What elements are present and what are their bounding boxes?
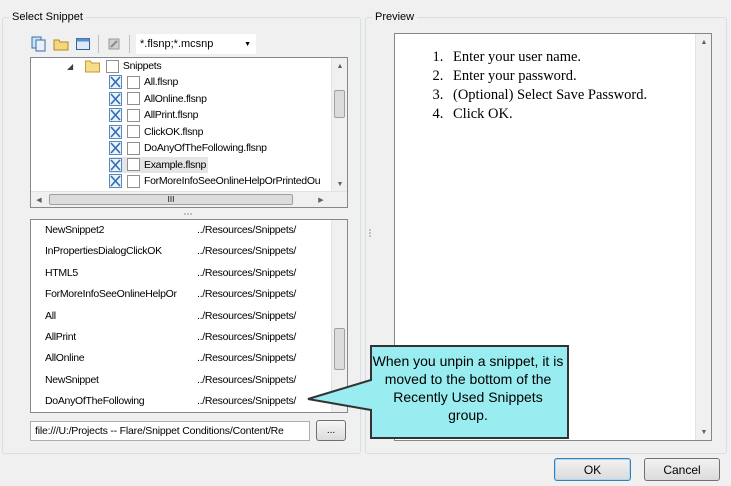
- snippet-file-icon: [109, 174, 122, 188]
- tree-file-label: AllOnline.flsnp: [144, 92, 207, 105]
- tree-file-label: DoAnyOfTheFollowing.flsnp: [144, 142, 267, 154]
- tree-file-item[interactable]: AllPrint.flsnp: [109, 107, 198, 123]
- tree-file-label: All.flsnp: [144, 76, 179, 88]
- checkbox[interactable]: [127, 75, 140, 89]
- preview-title: Preview: [372, 10, 418, 24]
- scrollbar-thumb[interactable]: III: [49, 194, 293, 205]
- snippet-tree[interactable]: ◢ Snippets All.flsnp AllOnline.flsnp AllPr…: [30, 57, 348, 208]
- file-filter-dropdown[interactable]: *.flsnp;*.mcsnp ▼: [136, 34, 256, 54]
- recent-list-item[interactable]: DoAnyOfTheFollowing ../Resources/Snippets…: [45, 395, 317, 411]
- tree-file-item[interactable]: DoAnyOfTheFollowing.flsnp: [109, 140, 267, 156]
- snippet-file-icon: [109, 75, 122, 89]
- ok-button[interactable]: OK: [554, 458, 631, 481]
- scroll-down-icon[interactable]: ▼: [696, 424, 712, 440]
- recent-list-item[interactable]: ForMoreInfoSeeOnlineHelpOr ../Resources/S…: [45, 288, 317, 304]
- recent-item-name: DoAnyOfTheFollowing: [45, 395, 145, 408]
- tree-file-label: Example.flsnp: [144, 158, 207, 171]
- splitter-grip-icon[interactable]: [183, 212, 195, 216]
- recent-item-path: ../Resources/Snippets/: [197, 266, 297, 279]
- tools-icon[interactable]: [105, 35, 123, 53]
- checkbox[interactable]: [127, 158, 140, 171]
- preview-step-list: Enter your user name.Enter your password…: [395, 34, 711, 124]
- tree-folder-label: Snippets: [122, 60, 162, 72]
- recent-item-name: HTML5: [45, 266, 78, 279]
- scroll-up-icon[interactable]: ▲: [332, 58, 347, 74]
- preview-vertical-scrollbar[interactable]: ▲ ▼: [695, 34, 711, 440]
- snippet-file-icon: [109, 157, 122, 172]
- checkbox[interactable]: [127, 92, 140, 105]
- recent-item-name: All: [45, 309, 56, 322]
- recent-list-item[interactable]: NewSnippet ../Resources/Snippets/: [45, 374, 317, 390]
- tree-file-item[interactable]: AllOnline.flsnp: [109, 91, 207, 107]
- snippet-path-field[interactable]: file:///U:/Projects -- Flare/Snippet Con…: [30, 421, 310, 441]
- recent-item-path: ../Resources/Snippets/: [197, 352, 297, 365]
- tree-horizontal-scrollbar[interactable]: ◀ III ▶: [31, 191, 347, 207]
- checkbox[interactable]: [127, 141, 140, 155]
- recent-item-name: AllOnline: [45, 352, 85, 365]
- recent-list-item[interactable]: AllPrint ../Resources/Snippets/: [45, 331, 317, 347]
- tree-vertical-scrollbar[interactable]: ▲ ▼: [331, 58, 347, 192]
- chevron-down-icon: ▼: [244, 40, 251, 48]
- grip-icon: III: [167, 195, 175, 204]
- recent-item-name: AllPrint: [45, 331, 76, 343]
- snippet-toolbar: *.flsnp;*.mcsnp ▼: [30, 33, 347, 55]
- checkbox[interactable]: [127, 108, 140, 122]
- window-icon[interactable]: [74, 35, 92, 53]
- preview-step: Click OK.: [447, 105, 711, 124]
- checkbox[interactable]: [127, 174, 140, 188]
- tree-file-item[interactable]: ForMoreInfoSeeOnlineHelpOrPrintedOu: [109, 173, 321, 189]
- expand-arrow-icon[interactable]: ◢: [67, 62, 73, 71]
- checkbox[interactable]: [105, 59, 119, 73]
- preview-step: Enter your user name.: [447, 48, 711, 67]
- recent-item-path: ../Resources/Snippets/: [197, 245, 297, 258]
- tree-file-item[interactable]: Example.flsnp: [109, 156, 209, 173]
- recent-list-item[interactable]: NewSnippet2 ../Resources/Snippets/: [45, 224, 317, 240]
- scroll-up-icon[interactable]: ▲: [696, 34, 712, 50]
- recent-item-name: NewSnippet2: [45, 224, 105, 236]
- recent-list-item[interactable]: HTML5 ../Resources/Snippets/: [45, 267, 317, 283]
- recent-item-name: ForMoreInfoSeeOnlineHelpOr: [45, 288, 177, 301]
- folder-icon[interactable]: [52, 35, 70, 53]
- recent-list-item[interactable]: All ../Resources/Snippets/: [45, 310, 317, 326]
- recent-item-path: ../Resources/Snippets/: [197, 224, 297, 236]
- folder-icon: [84, 60, 100, 73]
- recent-item-name: InPropertiesDialogClickOK: [45, 245, 162, 258]
- tree-file-label: ClickOK.flsnp: [144, 125, 204, 138]
- snippet-file-icon: [109, 141, 122, 155]
- recent-item-path: ../Resources/Snippets/: [197, 395, 297, 408]
- recent-item-name: NewSnippet: [45, 373, 99, 386]
- tree-file-item[interactable]: ClickOK.flsnp: [109, 124, 203, 140]
- select-snippet-title: Select Snippet: [9, 10, 86, 24]
- tree-file-label: AllPrint.flsnp: [144, 109, 199, 121]
- snippet-file-icon: [109, 108, 122, 122]
- splitter-grip-icon[interactable]: [368, 228, 372, 240]
- tree-file-label: ForMoreInfoSeeOnlineHelpOrPrintedOu: [144, 175, 321, 187]
- toolbar-separator: [98, 35, 99, 53]
- recent-item-path: ../Resources/Snippets/: [197, 288, 297, 301]
- recent-list-item[interactable]: AllOnline ../Resources/Snippets/: [45, 352, 317, 368]
- preview-step: (Optional) Select Save Password.: [447, 86, 711, 105]
- copy-icon[interactable]: [30, 35, 48, 53]
- recent-item-path: ../Resources/Snippets/: [197, 331, 297, 343]
- tree-folder-snippets[interactable]: ◢ Snippets: [67, 58, 162, 74]
- tree-file-item[interactable]: All.flsnp: [109, 74, 178, 90]
- checkbox[interactable]: [127, 125, 140, 138]
- recent-item-path: ../Resources/Snippets/: [197, 309, 297, 322]
- scrollbar-thumb[interactable]: [334, 90, 345, 118]
- recent-list-item[interactable]: InPropertiesDialogClickOK ../Resources/Sn…: [45, 245, 317, 261]
- scroll-left-icon[interactable]: ◀: [31, 192, 47, 207]
- recent-item-path: ../Resources/Snippets/: [197, 373, 297, 386]
- scroll-right-icon[interactable]: ▶: [313, 192, 329, 207]
- cancel-button[interactable]: Cancel: [644, 458, 720, 481]
- toolbar-separator: [129, 35, 130, 53]
- scroll-down-icon[interactable]: ▼: [332, 176, 347, 192]
- snippet-file-icon: [109, 91, 122, 106]
- preview-step: Enter your password.: [447, 67, 711, 86]
- file-filter-value: *.flsnp;*.mcsnp: [140, 38, 214, 50]
- callout-text: When you unpin a snippet, it is moved to…: [372, 353, 564, 423]
- snippet-file-icon: [109, 124, 122, 139]
